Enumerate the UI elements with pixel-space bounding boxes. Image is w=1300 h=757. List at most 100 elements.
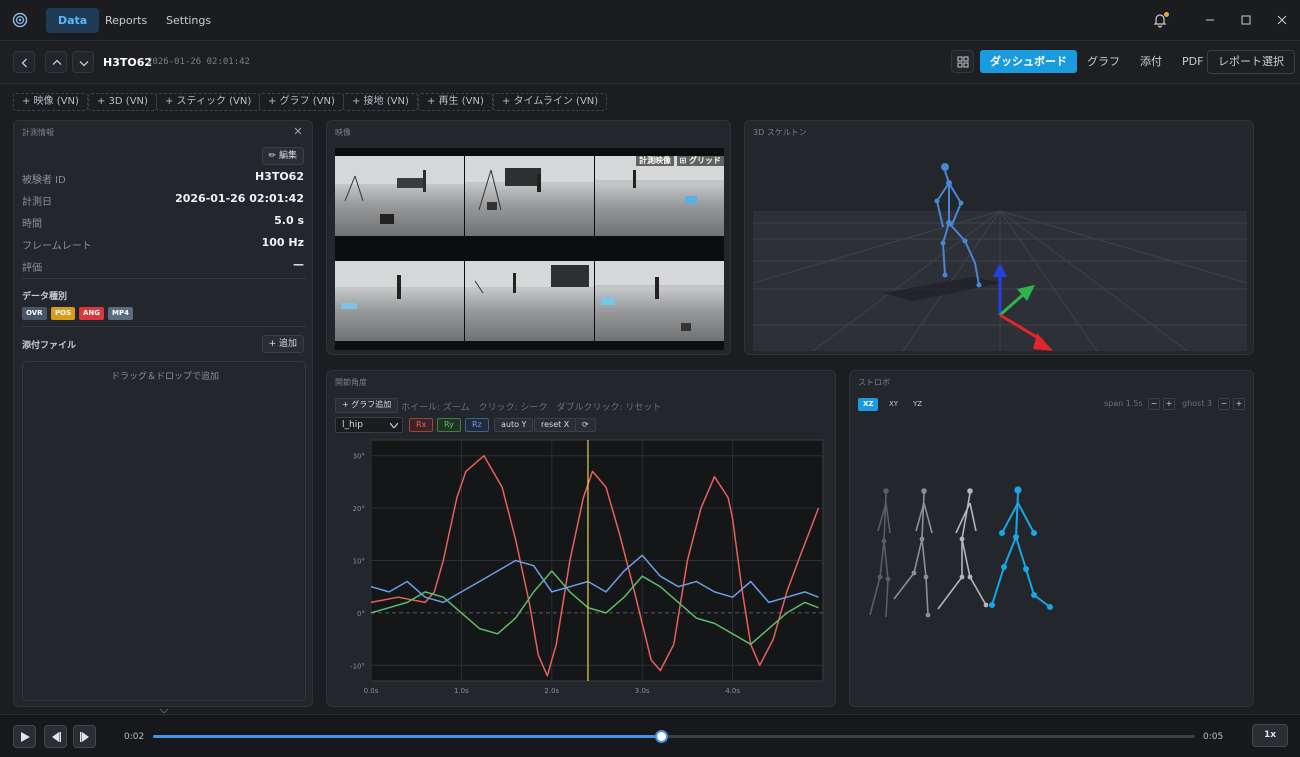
refresh-icon[interactable]: ⟳ <box>575 418 596 432</box>
add-playback-panel-button[interactable]: + 再生 (VN) <box>418 93 493 111</box>
x-tick-label: 4.0s <box>725 687 740 695</box>
layout-grid-button[interactable] <box>951 50 974 73</box>
toggle-rz-button[interactable]: Rz <box>465 418 489 432</box>
report-select-button[interactable]: レポート選択 <box>1207 50 1295 74</box>
joint-select-value: l_hip <box>342 420 363 430</box>
plane-tab-xz[interactable]: XZ <box>858 398 879 411</box>
tab-attachments[interactable]: 添付 <box>1130 50 1172 73</box>
toggle-rx-button[interactable]: Rx <box>409 418 434 432</box>
add-contact-panel-button[interactable]: + 接地 (VN) <box>343 93 418 111</box>
tab-dashboard[interactable]: ダッシュボード <box>980 50 1077 73</box>
step-forward-icon <box>80 732 89 742</box>
previous-record-button[interactable] <box>45 51 67 73</box>
span-label: span 1.5s <box>1104 399 1143 408</box>
x-tick-label: 2.0s <box>544 687 559 695</box>
info-label-duration: 時間 <box>22 219 42 230</box>
close-window-icon[interactable] <box>1274 12 1290 28</box>
add-stick-panel-button[interactable]: + スティック (VN) <box>156 93 261 111</box>
app-logo-icon <box>12 12 28 28</box>
span-increase-button[interactable]: + <box>1163 398 1175 410</box>
nav-tab-reports[interactable]: Reports <box>93 8 159 33</box>
info-label-rating: 評価 <box>22 263 42 274</box>
step-back-button[interactable] <box>44 725 67 748</box>
grid-toggle-overlay[interactable]: ⊞ グリッド <box>676 156 724 166</box>
camera-view-6[interactable] <box>595 261 724 341</box>
add-timeline-panel-button[interactable]: + タイムライン (VN) <box>493 93 608 111</box>
camera-view-1[interactable] <box>335 156 464 236</box>
panel-title: 関節角度 <box>335 378 367 387</box>
y-tick-label: -10° <box>350 662 365 670</box>
camera-view-3[interactable]: 計測映像 ⊞ グリッド <box>595 156 724 236</box>
divider <box>22 326 306 327</box>
camera-view-5[interactable] <box>465 261 594 341</box>
divider <box>22 278 306 279</box>
seek-handle[interactable] <box>655 730 669 743</box>
auto-y-button[interactable]: auto Y <box>494 418 534 432</box>
subject-id: H3TO62 <box>103 56 153 69</box>
ghost-decrease-button[interactable]: − <box>1218 398 1230 410</box>
y-tick-label: 30° <box>353 453 365 461</box>
step-forward-button[interactable] <box>73 725 96 748</box>
attachments-heading: 添付ファイル <box>22 341 77 351</box>
back-button[interactable] <box>13 51 35 73</box>
measurement-info-panel: 計測情報 ✏ 編集 被験者 ID H3TO62 計測日 2026-01-26 0… <box>13 120 313 714</box>
plane-tab-xy[interactable]: XY <box>884 398 903 411</box>
x-tick-label: 3.0s <box>635 687 650 695</box>
strobo-panel: ストロボ XZ XY YZ span 1.5s − + ghost 3 − + <box>849 370 1254 707</box>
video-mode-overlay[interactable]: 計測映像 <box>636 156 674 166</box>
add-graph-panel-button[interactable]: + グラフ (VN) <box>259 93 344 111</box>
x-tick-label: 0.0s <box>364 687 379 695</box>
attachment-dropzone[interactable]: ドラッグ＆ドロップで追加 <box>22 361 306 701</box>
panel-title: 3D スケルトン <box>753 128 807 137</box>
panel-title: 計測情報 <box>22 128 54 137</box>
ghost-label: ghost 3 <box>1182 399 1212 408</box>
nav-tab-data[interactable]: Data <box>46 8 100 33</box>
video-panel: 映像 計測映像 ⊞ グリッド <box>326 120 731 355</box>
notification-dot <box>1164 12 1169 17</box>
strobo-ghost-2 <box>893 488 933 618</box>
seek-bar[interactable] <box>153 730 1195 743</box>
strobo-viewport[interactable] <box>858 481 1078 631</box>
tab-graph[interactable]: グラフ <box>1077 50 1130 73</box>
joint-select[interactable]: l_hip <box>335 417 403 433</box>
toggle-ry-button[interactable]: Ry <box>437 418 461 432</box>
plane-tab-yz[interactable]: YZ <box>908 398 927 411</box>
add-video-panel-button[interactable]: + 映像 (VN) <box>13 93 88 111</box>
x-tick-label: 1.0s <box>454 687 469 695</box>
notification-bell-icon[interactable] <box>1152 12 1169 28</box>
chevron-up-icon <box>52 59 62 65</box>
seek-bar-fill <box>153 735 662 738</box>
reset-x-button[interactable]: reset X <box>534 418 577 432</box>
badge-pos: POS <box>51 307 76 320</box>
video-grid[interactable]: 計測映像 ⊞ グリッド <box>335 148 724 350</box>
chevron-down-icon <box>390 423 398 428</box>
record-timestamp: 2026-01-26 02:01:42 <box>147 57 250 67</box>
camera-view-2[interactable] <box>465 156 594 236</box>
expand-chevron-icon[interactable] <box>159 703 169 714</box>
ghost-increase-button[interactable]: + <box>1233 398 1245 410</box>
info-value-subject: H3TO62 <box>254 170 304 183</box>
next-record-button[interactable] <box>72 51 94 73</box>
playback-speed-button[interactable]: 1x <box>1252 724 1288 747</box>
nav-tab-settings[interactable]: Settings <box>154 8 223 33</box>
grid-icon <box>957 56 969 68</box>
camera-view-4[interactable] <box>335 261 464 341</box>
add-3d-panel-button[interactable]: + 3D (VN) <box>88 93 157 111</box>
span-decrease-button[interactable]: − <box>1148 398 1160 410</box>
view-tabs: ダッシュボード グラフ 添付 PDF <box>980 50 1213 73</box>
add-attachment-button[interactable]: + 追加 <box>261 335 304 353</box>
chevron-left-icon <box>21 58 27 68</box>
skeleton-3d-viewport[interactable] <box>753 143 1247 351</box>
data-type-heading: データ種別 <box>22 292 68 302</box>
close-panel-icon[interactable] <box>292 125 304 137</box>
minimize-icon[interactable] <box>1202 12 1218 28</box>
y-tick-label: 0° <box>357 610 365 618</box>
edit-button[interactable]: ✏ 編集 <box>261 147 304 165</box>
maximize-icon[interactable] <box>1238 12 1254 28</box>
play-icon <box>21 732 30 742</box>
info-value-rating: — <box>293 258 304 271</box>
joint-angle-chart[interactable]: 0.0s 1.0s 2.0s 3.0s 4.0s 30° 20° 10° 0° -10° <box>335 437 829 699</box>
add-graph-button[interactable]: + グラフ追加 <box>335 398 399 413</box>
play-button[interactable] <box>13 725 36 748</box>
chart-hint: ホイール: ズーム クリック: シーク ダブルクリック: リセット <box>401 403 662 413</box>
